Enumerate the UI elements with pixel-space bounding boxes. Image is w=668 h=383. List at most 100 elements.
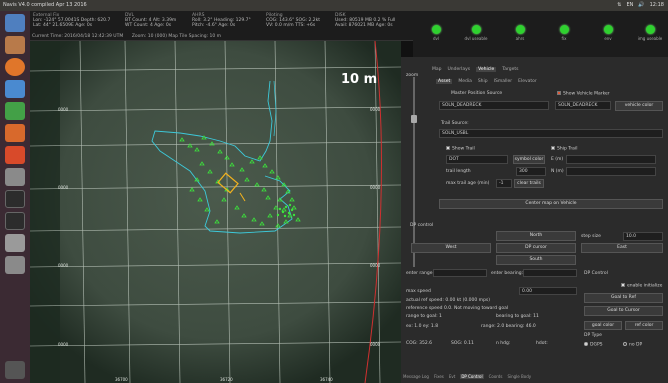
trail-source-select[interactable]: SOLN_USBL [439,129,663,138]
clear-trails-button[interactable]: clear trails [514,179,544,188]
external-fix-group: External Fix Lon: -124° 57.0041S Depth: … [33,13,110,28]
tab-fixes[interactable]: Fixes [434,374,444,379]
presentation-icon[interactable] [5,124,25,142]
network-icon[interactable]: ⇅ [617,2,621,8]
status-light-icon [431,25,441,34]
document-icon[interactable] [5,80,25,98]
piloting-group: Piloting COG: 143.6° SOG: 2.2kt VV: 0.0 … [266,13,320,28]
ubuntu-dash-icon[interactable] [5,14,25,32]
status-light-icon [559,25,569,34]
tab-targets[interactable]: Targets [502,67,518,72]
enter-bearing-label: enter bearing: [491,271,524,276]
max-speed-select[interactable]: 0.00 [519,287,577,295]
text-editor-icon[interactable] [5,234,25,252]
symbol-select[interactable]: DOT [446,155,508,164]
max-trail-age-input[interactable]: -1 [496,179,512,188]
zoom-slider-thumb[interactable] [411,115,417,123]
show-vehicle-marker-label: Show Vehicle Marker [563,91,610,97]
map-background [30,41,401,383]
south-button[interactable]: South [496,255,576,265]
dp-type-no-dp-radio[interactable] [623,342,627,346]
subtab-media[interactable]: Media [458,79,472,84]
ex-ey-readout: ex: 1.0 ey: 1.8 [406,324,439,329]
tab-underlays[interactable]: Underlays [448,67,471,72]
dp-control-sub-label: DP Control [584,271,608,276]
west-button[interactable]: West [411,243,491,253]
show-vehicle-marker-checkbox[interactable] [557,91,561,95]
clock[interactable]: 12:18 [650,2,664,8]
tab-map[interactable]: Map [432,67,442,72]
dp-type-no-dp[interactable]: no DP [623,342,642,348]
spreadsheet-icon[interactable] [5,102,25,120]
tab-message-log[interactable]: Message Log [403,374,429,379]
max-trail-age-label: max trail age (min) [446,181,490,186]
software-center-icon[interactable] [5,146,25,164]
enter-bearing-input[interactable] [523,269,577,277]
enable-initialize-label: enable initialize [627,283,663,289]
show-trail[interactable]: Show Trail [446,146,475,152]
vehicle-color-button[interactable]: vehicle color [615,101,663,111]
indicator-label: img useable [637,36,663,41]
dp-type-dgps-radio[interactable] [584,342,588,346]
grid-label-r4: 0000 [370,342,381,347]
tab-evt[interactable]: Evt [449,374,455,379]
dp-cursor-button[interactable]: DP cursor [496,243,576,253]
center-map-on-vehicle-button[interactable]: Center map on Vehicle [439,199,663,209]
enable-initialize-checkbox[interactable] [621,283,625,287]
north-button[interactable]: North [496,231,576,241]
goal-to-cursor-button[interactable]: Goal to Cursor [584,306,663,316]
zoom-slider[interactable] [411,77,417,267]
subtab-ismaller[interactable]: ISmaller [494,79,512,84]
vehicle-marker-select[interactable]: SOLN_DEADRECK [555,101,611,110]
symbol-color-button[interactable]: symbol color [513,155,545,164]
e-input[interactable] [566,155,656,164]
ref-speed-message: reference speed 0.0. Not moving toward g… [406,306,509,311]
map-canvas[interactable]: 0000 0000 0000 0000 0000 0000 0000 0000 … [30,41,401,383]
trail-length-input[interactable]: 300 [516,167,546,176]
status-header: External Fix Lon: -124° 57.0041S Depth: … [30,11,413,41]
firefox-icon[interactable] [5,58,25,76]
map-scale-label: 10 m [341,72,378,87]
subtab-ship[interactable]: Ship [478,79,488,84]
external-fix-line2: Lat: 44° 21.6509E Age: 0s [33,23,93,28]
panel-tabs: Map Underlays Vehicle Targets [432,67,519,72]
tab-coords[interactable]: Coords [489,374,503,379]
enable-initialize[interactable]: enable initialize [621,283,662,289]
settings-icon[interactable] [5,168,25,186]
subtab-elevator[interactable]: Elevator [518,79,537,84]
tab-single-body[interactable]: Single Body [507,374,531,379]
master-position-source-select[interactable]: SOLN_DEADRECK [439,101,549,110]
zoom-slider-track [413,77,415,267]
max-speed-label: max speed [406,289,431,294]
terminal-2-icon[interactable] [5,212,25,230]
ship-trail-checkbox[interactable] [551,146,555,150]
show-trail-checkbox[interactable] [446,146,450,150]
subtab-asset[interactable]: Asset [436,79,453,84]
volume-icon[interactable]: 🔊 [638,2,644,8]
archive-icon[interactable] [5,256,25,274]
files-icon[interactable] [5,36,25,54]
map-view[interactable]: 0000 0000 0000 0000 0000 0000 0000 0000 … [30,41,401,383]
goal-color-button[interactable]: goal color [584,321,622,330]
tab-vehicle[interactable]: Vehicle [476,67,497,72]
current-time-text: Current Time: 2016/04/18 12:42:39 UTM [32,34,124,39]
goal-to-ref-button[interactable]: Goal to Ref [584,293,663,303]
ahrs-line2: Pitch: -4.6° Age: 0s [192,23,236,28]
trash-icon[interactable] [5,361,25,379]
east-button[interactable]: East [581,243,663,253]
ship-trail[interactable]: Ship Trail [551,146,577,152]
dp-type-dgps[interactable]: DGPS [584,342,603,348]
window-title: Navis V4.0 compiled Apr 13 2016 [3,2,87,8]
tab-dp-control[interactable]: DP Control [460,374,484,379]
terminal-icon[interactable] [5,190,25,208]
launcher-sidebar [0,11,30,383]
keyboard-layout-indicator[interactable]: EN [626,2,633,8]
enter-range-input[interactable] [433,269,487,277]
show-vehicle-marker[interactable]: Show Vehicle Marker [557,91,610,97]
trail-source-label: Trail Source: [441,121,469,126]
ref-color-button[interactable]: ref color [625,321,663,330]
disk-line2: Avail: 876021 MB Age: 0s [335,23,393,28]
n-input[interactable] [566,167,656,176]
step-size-select[interactable]: 10.0 [623,232,663,241]
sog-readout: SOG: 0.11 [451,341,474,346]
